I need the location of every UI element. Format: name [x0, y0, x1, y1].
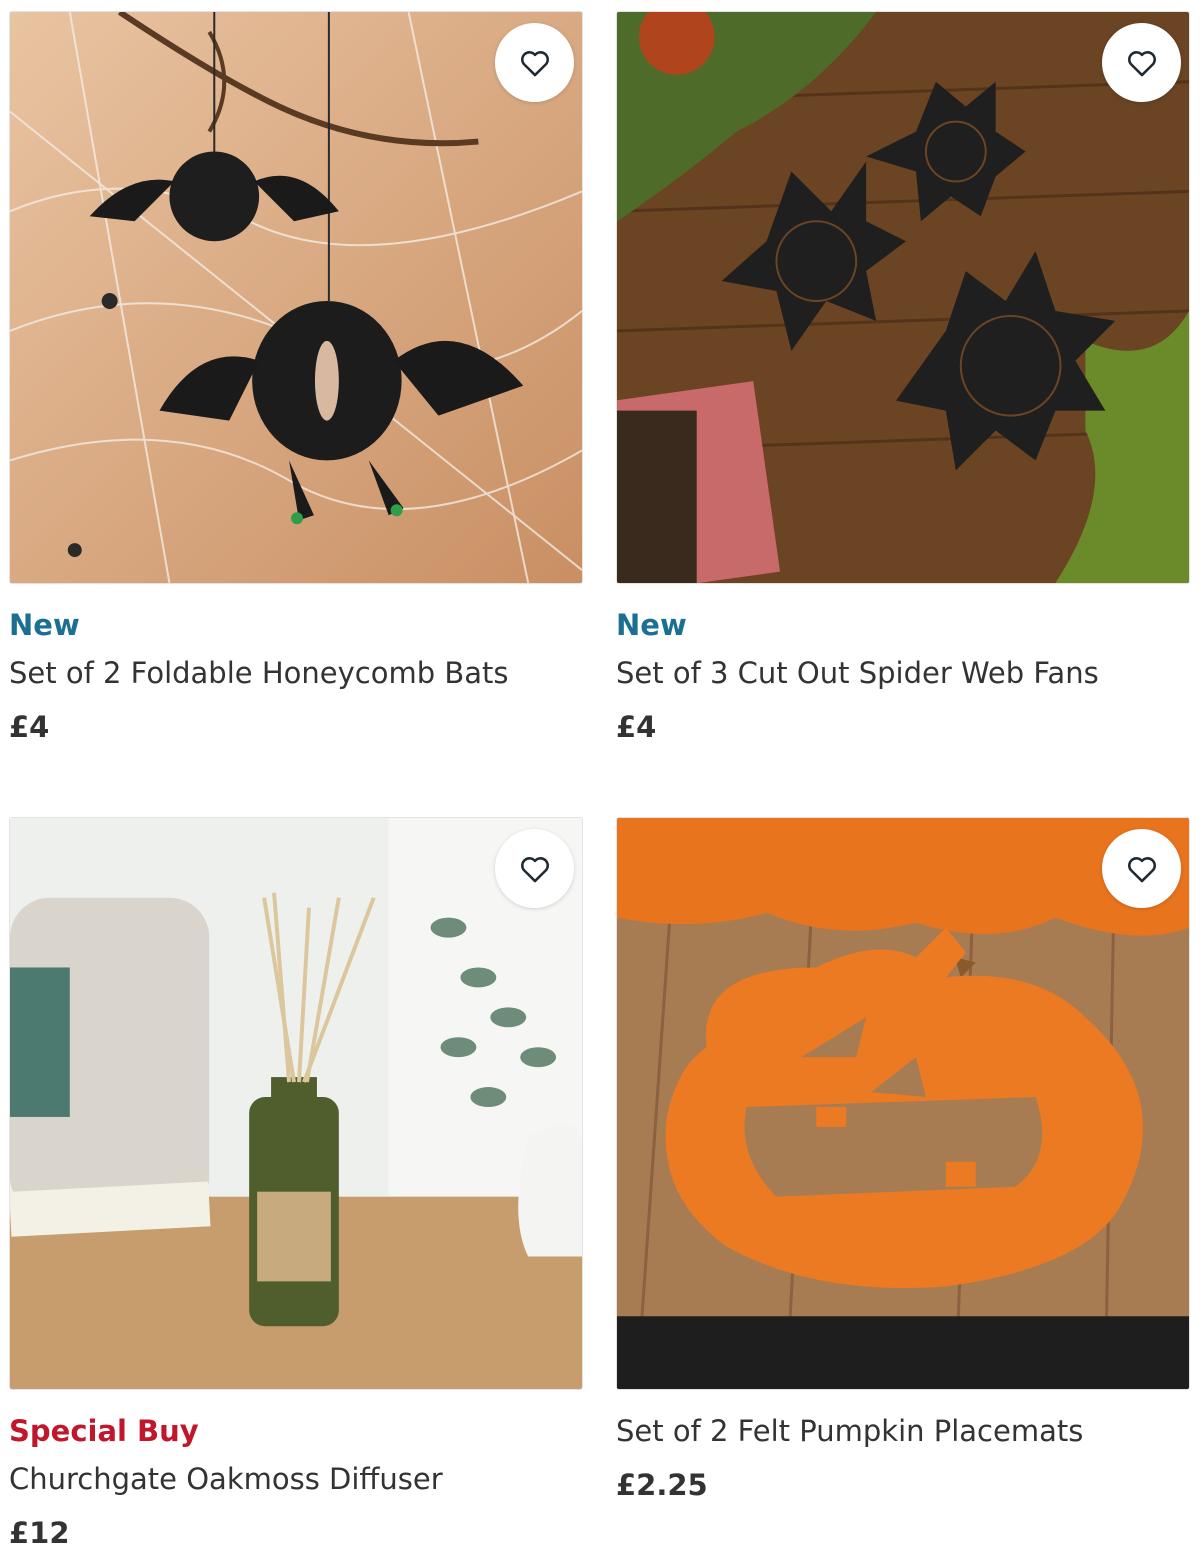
- product-card[interactable]: New Set of 3 Cut Out Spider Web Fans £4: [616, 11, 1190, 744]
- heart-outline-icon: [1127, 50, 1156, 76]
- favourite-button[interactable]: [495, 829, 574, 908]
- product-name[interactable]: Set of 2 Foldable Honeycomb Bats: [9, 656, 583, 690]
- favourite-button[interactable]: [1102, 829, 1181, 908]
- diffuser-image: [10, 818, 582, 1389]
- product-card[interactable]: Set of 2 Felt Pumpkin Placemats £2.25: [616, 817, 1190, 1502]
- favourite-button[interactable]: [1102, 23, 1181, 102]
- product-image[interactable]: [9, 817, 583, 1390]
- favourite-button[interactable]: [495, 23, 574, 102]
- product-badge: New: [616, 608, 687, 642]
- heart-outline-icon: [520, 856, 549, 882]
- product-price: £4: [9, 710, 50, 744]
- product-name[interactable]: Set of 2 Felt Pumpkin Placemats: [616, 1414, 1190, 1448]
- product-price: £4: [616, 710, 657, 744]
- product-price: £2.25: [616, 1468, 708, 1502]
- product-image[interactable]: [616, 11, 1190, 584]
- product-badge: Special Buy: [9, 1414, 199, 1448]
- pumpkin-placemat-image: [617, 818, 1189, 1389]
- product-name[interactable]: Set of 3 Cut Out Spider Web Fans: [616, 656, 1190, 690]
- product-card[interactable]: Special Buy Churchgate Oakmoss Diffuser …: [9, 817, 583, 1550]
- spider-web-fans-image: [617, 12, 1189, 583]
- product-grid: New Set of 2 Foldable Honeycomb Bats £4: [0, 0, 1200, 1555]
- product-image[interactable]: [616, 817, 1190, 1390]
- product-card[interactable]: New Set of 2 Foldable Honeycomb Bats £4: [9, 11, 583, 744]
- product-badge: New: [9, 608, 80, 642]
- product-name[interactable]: Churchgate Oakmoss Diffuser: [9, 1462, 583, 1496]
- heart-outline-icon: [1127, 856, 1156, 882]
- bat-decoration-image: [10, 12, 582, 583]
- heart-outline-icon: [520, 50, 549, 76]
- product-image[interactable]: [9, 11, 583, 584]
- product-price: £12: [9, 1516, 70, 1550]
